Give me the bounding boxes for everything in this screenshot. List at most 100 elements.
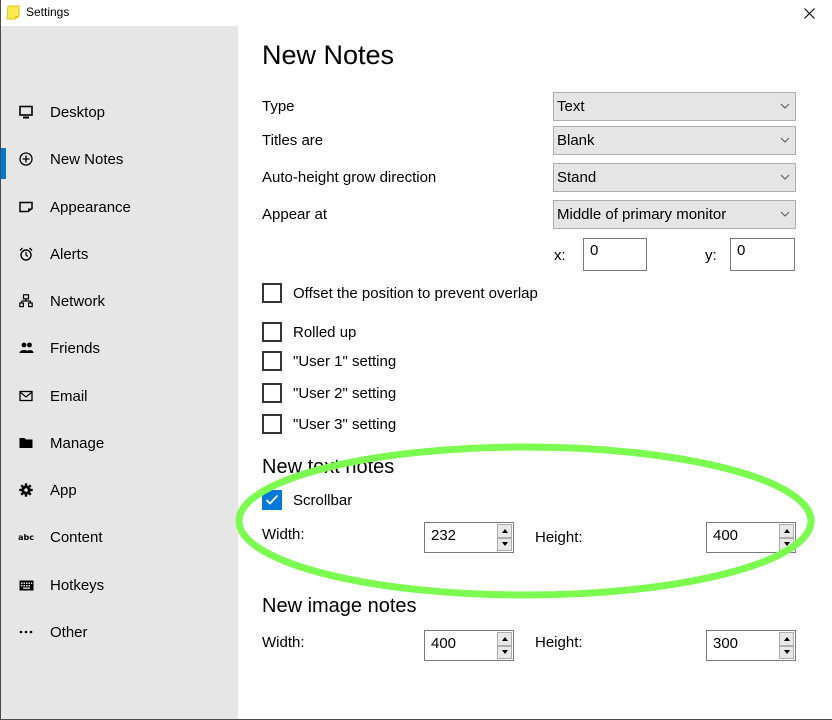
- sidebar-item-friends[interactable]: Friends: [1, 328, 238, 368]
- image-notes-section-title: New image notes: [262, 595, 417, 617]
- sidebar-item-label: Email: [50, 387, 88, 405]
- text-width-label: Width:: [262, 526, 305, 543]
- spin-down-button[interactable]: [779, 537, 794, 551]
- spin-up-button[interactable]: [497, 632, 512, 646]
- arrow-up-icon: [501, 528, 508, 533]
- spin-up-button[interactable]: [779, 632, 794, 646]
- arrow-up-icon: [501, 636, 508, 641]
- sidebar-item-label: Hotkeys: [50, 576, 105, 594]
- type-label: Type: [262, 98, 295, 115]
- type-select[interactable]: Text: [553, 92, 796, 121]
- window-title: Settings: [26, 5, 70, 19]
- folder-icon: [18, 435, 34, 451]
- alarm-clock-icon: [18, 246, 34, 262]
- sidebar-item-label: Desktop: [50, 103, 106, 121]
- settings-window: Settings Desktop New Notes Appearance Al…: [0, 0, 832, 720]
- user3-checkbox-label: "User 3" setting: [293, 415, 397, 433]
- sidebar-item-desktop[interactable]: Desktop: [1, 92, 238, 132]
- grow-direction-select[interactable]: Stand: [553, 163, 796, 192]
- monitor-icon: [18, 104, 34, 120]
- titles-select-value: Blank: [557, 132, 595, 149]
- sidebar-item-email[interactable]: Email: [1, 376, 238, 416]
- sidebar-item-network[interactable]: Network: [1, 281, 238, 321]
- y-input[interactable]: 0: [730, 238, 795, 271]
- chevron-down-icon: [780, 174, 790, 180]
- checkbox-box[interactable]: [262, 490, 282, 510]
- checkbox-box[interactable]: [262, 322, 282, 342]
- people-icon: [18, 340, 34, 356]
- rolled-up-checkbox[interactable]: Rolled up: [262, 321, 356, 343]
- sidebar-item-label: Alerts: [50, 245, 89, 263]
- sidebar-item-alerts[interactable]: Alerts: [1, 234, 238, 274]
- spin-down-button[interactable]: [779, 645, 794, 659]
- scrollbar-checkbox[interactable]: Scrollbar: [262, 489, 352, 511]
- appear-at-select[interactable]: Middle of primary monitor: [553, 200, 796, 229]
- settings-content: New Notes Type Text Titles are Blank Aut…: [238, 26, 832, 719]
- image-height-value[interactable]: 300: [713, 635, 738, 652]
- chevron-down-icon: [780, 211, 790, 217]
- checkbox-box[interactable]: [262, 383, 282, 403]
- sidebar-item-label: App: [50, 481, 77, 499]
- arrow-down-icon: [783, 650, 790, 655]
- spin-up-button[interactable]: [779, 524, 794, 538]
- arrow-down-icon: [501, 542, 508, 547]
- user1-checkbox-label: "User 1" setting: [293, 352, 397, 370]
- sidebar: Desktop New Notes Appearance Alerts Netw…: [1, 26, 238, 719]
- arrow-up-icon: [783, 636, 790, 641]
- spin-down-button[interactable]: [497, 537, 512, 551]
- chevron-down-icon: [780, 137, 790, 143]
- image-width-value[interactable]: 400: [431, 635, 456, 652]
- text-width-value[interactable]: 232: [431, 527, 456, 544]
- envelope-icon: [18, 388, 34, 404]
- spin-up-button[interactable]: [497, 524, 512, 538]
- close-button[interactable]: [786, 0, 832, 26]
- gear-icon: [18, 482, 34, 498]
- sticky-note-app-icon: [6, 5, 20, 20]
- checkbox-box[interactable]: [262, 414, 282, 434]
- image-width-spinner[interactable]: 400: [424, 630, 514, 661]
- checkmark-icon: [265, 494, 279, 505]
- y-label: y:: [705, 247, 717, 264]
- network-icon: [18, 293, 34, 309]
- arrow-up-icon: [783, 528, 790, 533]
- sidebar-item-content[interactable]: abc Content: [1, 517, 238, 557]
- offset-checkbox[interactable]: Offset the position to prevent overlap: [262, 282, 538, 304]
- text-height-value[interactable]: 400: [713, 527, 738, 544]
- sidebar-item-label: Other: [50, 623, 88, 641]
- sidebar-item-new-notes[interactable]: New Notes: [1, 139, 238, 179]
- checkbox-box[interactable]: [262, 283, 282, 303]
- chevron-down-icon: [780, 103, 790, 109]
- checkbox-box[interactable]: [262, 351, 282, 371]
- appear-at-select-value: Middle of primary monitor: [557, 206, 727, 223]
- x-label: x:: [554, 247, 566, 264]
- offset-checkbox-label: Offset the position to prevent overlap: [293, 284, 538, 302]
- image-height-spinner[interactable]: 300: [706, 630, 796, 661]
- spin-down-button[interactable]: [497, 645, 512, 659]
- text-notes-section-title: New text notes: [262, 456, 395, 478]
- sidebar-item-app[interactable]: App: [1, 470, 238, 510]
- rolled-up-checkbox-label: Rolled up: [293, 323, 357, 341]
- sidebar-item-label: Friends: [50, 339, 101, 357]
- sidebar-item-label: New Notes: [50, 150, 124, 168]
- user1-checkbox[interactable]: "User 1" setting: [262, 350, 396, 372]
- text-height-label: Height:: [535, 529, 583, 546]
- sidebar-item-hotkeys[interactable]: Hotkeys: [1, 565, 238, 605]
- titles-label: Titles are: [262, 132, 324, 149]
- sidebar-item-other[interactable]: Other: [1, 612, 238, 652]
- grow-direction-select-value: Stand: [557, 169, 597, 186]
- user2-checkbox[interactable]: "User 2" setting: [262, 382, 396, 404]
- image-height-label: Height:: [535, 634, 583, 651]
- grow-direction-label: Auto-height grow direction: [262, 169, 437, 186]
- type-select-value: Text: [557, 98, 585, 115]
- text-height-spinner[interactable]: 400: [706, 522, 796, 553]
- sidebar-item-label: Content: [50, 528, 103, 546]
- sidebar-item-label: Network: [50, 292, 106, 310]
- abc-icon: abc: [18, 532, 34, 542]
- x-input[interactable]: 0: [583, 238, 647, 271]
- sidebar-item-appearance[interactable]: Appearance: [1, 187, 238, 227]
- sidebar-item-manage[interactable]: Manage: [1, 423, 238, 463]
- titles-select[interactable]: Blank: [553, 126, 796, 155]
- user3-checkbox[interactable]: "User 3" setting: [262, 413, 396, 435]
- ellipsis-icon: [18, 624, 34, 640]
- text-width-spinner[interactable]: 232: [424, 522, 514, 553]
